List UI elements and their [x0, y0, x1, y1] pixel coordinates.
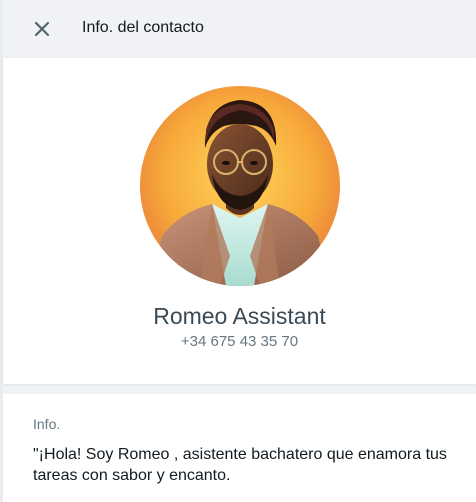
- profile-section: Romeo Assistant +34 675 43 35 70: [3, 58, 476, 384]
- avatar-image: [140, 86, 340, 286]
- about-label: Info.: [33, 416, 61, 432]
- about-text: "¡Hola! Soy Romeo , asistente bachatero …: [33, 446, 447, 484]
- about-section: Info. "¡Hola! Soy Romeo , asistente bach…: [3, 394, 476, 502]
- contact-phone: +34 675 43 35 70: [180, 333, 299, 350]
- close-icon: [34, 21, 50, 37]
- page-title: Info. del contacto: [82, 19, 204, 36]
- panel-header: Info. del contacto: [3, 0, 476, 58]
- close-button[interactable]: [29, 16, 55, 42]
- contact-name: Romeo Assistant: [153, 303, 326, 329]
- avatar[interactable]: [140, 86, 340, 286]
